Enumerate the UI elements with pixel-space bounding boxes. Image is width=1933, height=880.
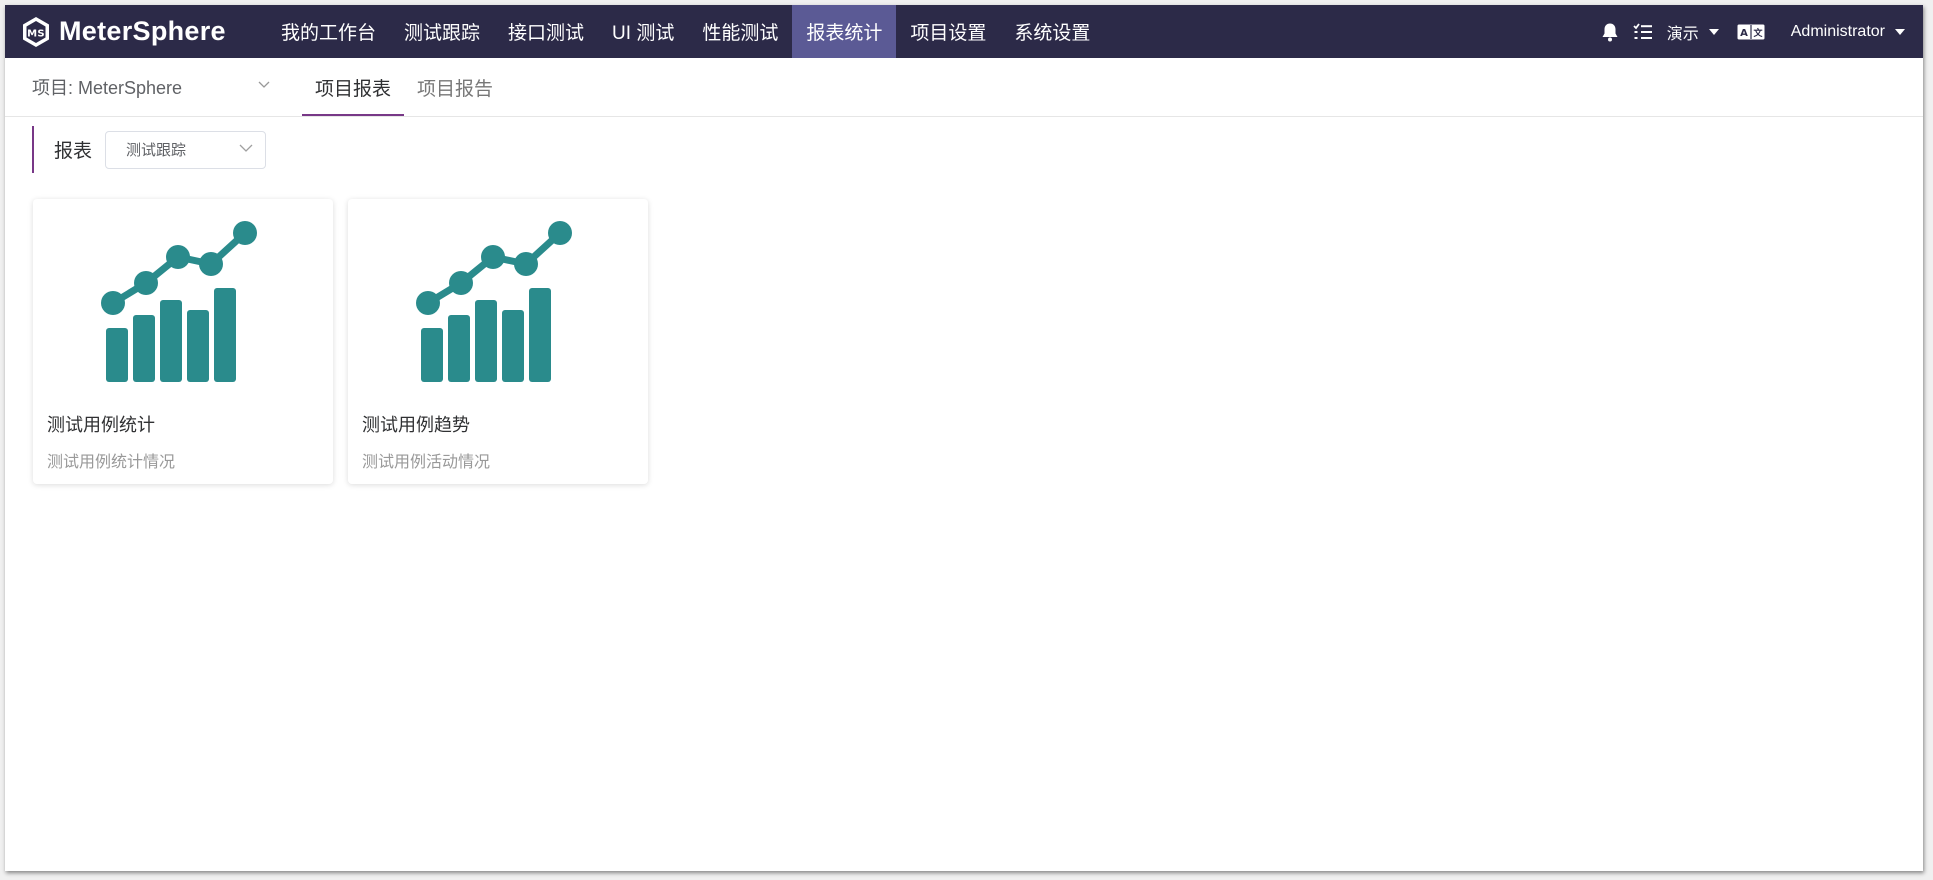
chart-dot-shape: [449, 271, 473, 295]
nav-item[interactable]: 我的工作台: [267, 5, 390, 58]
chart-dot-shape: [233, 221, 257, 245]
header-right: 演示 A 文 Administrator: [1601, 5, 1923, 58]
nav-item[interactable]: 项目设置: [896, 5, 1000, 58]
chart-dot-shape: [166, 245, 190, 269]
tab-project-report-docs[interactable]: 项目报告: [404, 58, 506, 116]
main-nav: 我的工作台 测试跟踪 接口测试 UI 测试 性能测试 报表统计 项目设置 系统设置: [267, 5, 1104, 58]
chart-bar-shape: [160, 300, 182, 382]
workspace-name: 演示: [1666, 25, 1699, 43]
chart-bar-shape: [187, 310, 209, 382]
chart-bar-shape: [214, 288, 236, 382]
sub-header: 项目: MeterSphere 项目报表 项目报告: [5, 58, 1923, 117]
app-name: MeterSphere: [59, 16, 226, 46]
chart-bar-shape: [133, 315, 155, 382]
report-filter: 报表 测试跟踪: [32, 126, 267, 173]
chart-bar-shape: [106, 328, 128, 382]
nav-item[interactable]: 接口测试: [494, 5, 598, 58]
report-type-value: 测试跟踪: [126, 142, 187, 159]
user-menu[interactable]: Administrator: [1791, 23, 1905, 41]
chart-bar-shape: [502, 310, 524, 382]
bell-icon[interactable]: [1601, 22, 1619, 42]
report-type-select[interactable]: 测试跟踪: [105, 130, 267, 169]
card-title: 测试用例趋势: [362, 415, 470, 435]
workspace-switcher[interactable]: 演示: [1667, 20, 1719, 44]
top-navbar: MS MeterSphere 我的工作台 测试跟踪 接口测试 UI 测试 性能测试 报表统…: [5, 5, 1923, 58]
card-description: 测试用例活动情况: [362, 454, 491, 471]
chart-dot-shape: [514, 252, 538, 276]
user-name: Administrator: [1790, 22, 1885, 40]
chart-dot-shape: [134, 271, 158, 295]
language-icon[interactable]: A 文: [1737, 24, 1765, 40]
card-title: 测试用例统计: [47, 415, 155, 435]
chart-icon: [416, 221, 572, 382]
nav-item[interactable]: 报表统计: [792, 5, 897, 58]
tab-project-reports[interactable]: 项目报表: [302, 58, 405, 116]
nav-item[interactable]: 系统设置: [1000, 5, 1104, 58]
card-description: 测试用例统计情况: [47, 454, 176, 471]
metersphere-logo-icon: MS: [23, 16, 49, 47]
project-label: 项目: MeterSphere: [32, 78, 183, 98]
chevron-down-icon: [239, 144, 253, 152]
chevron-down-icon: [258, 81, 270, 88]
chart-dot-shape: [199, 252, 223, 276]
sub-tabs: 项目报表 项目报告: [302, 58, 506, 116]
chart-bar-shape: [421, 328, 443, 382]
logo[interactable]: MS MeterSphere: [5, 5, 267, 58]
caret-down-icon: [1708, 28, 1719, 35]
svg-text:MS: MS: [27, 28, 45, 39]
svg-text:A: A: [1740, 28, 1748, 39]
caret-down-icon: [1895, 28, 1905, 35]
report-cards: 测试用例统计 测试用例统计情况 测试用例趋势 测试用例活动情况: [33, 199, 648, 484]
app-window: MS MeterSphere 我的工作台 测试跟踪 接口测试 UI 测试 性能测试 报表统…: [5, 5, 1923, 871]
svg-text:文: 文: [1752, 27, 1763, 39]
chart-dot-shape: [101, 291, 125, 315]
filter-label: 报表: [54, 141, 93, 162]
nav-item[interactable]: UI 测试: [598, 5, 688, 58]
task-list-icon[interactable]: [1633, 22, 1653, 41]
nav-item[interactable]: 性能测试: [688, 5, 792, 58]
chart-bar-shape: [529, 288, 551, 382]
report-card[interactable]: 测试用例统计测试用例统计情况: [33, 199, 333, 484]
chart-bar-shape: [475, 300, 497, 382]
chart-bar-shape: [448, 315, 470, 382]
chart-dot-shape: [481, 245, 505, 269]
nav-item[interactable]: 测试跟踪: [390, 5, 494, 58]
project-select[interactable]: 项目: MeterSphere: [5, 58, 273, 116]
chart-dot-shape: [548, 221, 572, 245]
report-card[interactable]: 测试用例趋势测试用例活动情况: [348, 199, 648, 484]
chart-dot-shape: [416, 291, 440, 315]
chart-icon: [101, 221, 257, 382]
